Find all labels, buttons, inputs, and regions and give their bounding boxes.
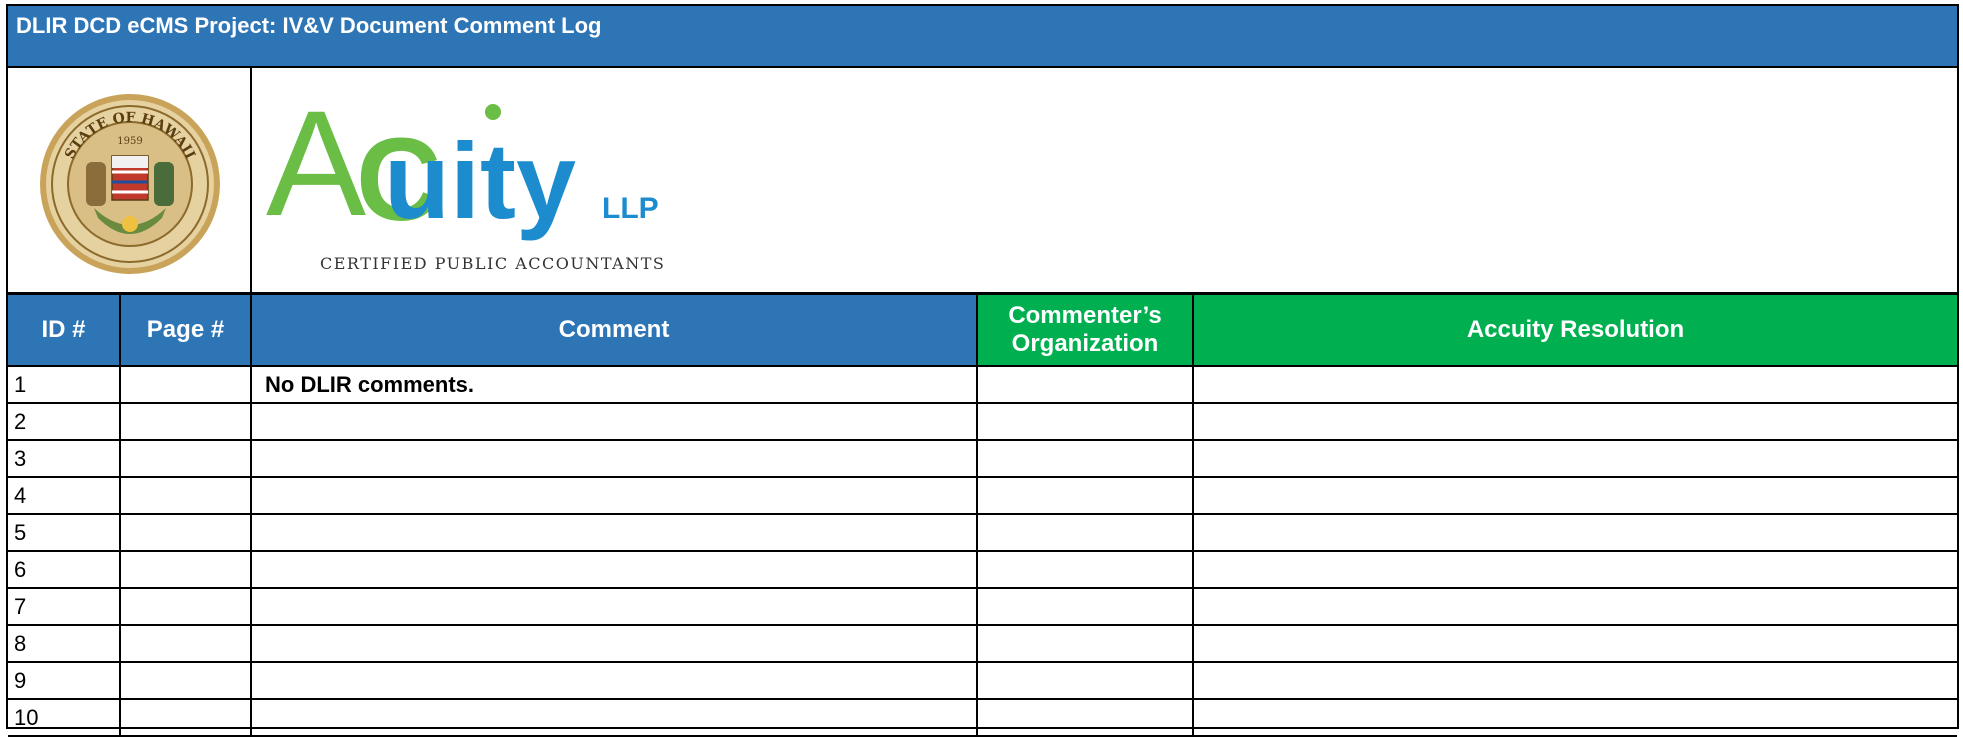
cell-resolution[interactable] <box>1194 552 1957 587</box>
cell-resolution[interactable] <box>1194 367 1957 402</box>
table-row: 2 <box>8 404 1957 441</box>
cell-id[interactable]: 7 <box>8 589 121 624</box>
cell-comment[interactable] <box>252 552 978 587</box>
cell-organization[interactable] <box>978 441 1194 476</box>
state-seal-icon: STATE OF HAWAII 1959 <box>40 94 220 274</box>
cell-id[interactable]: 8 <box>8 626 121 661</box>
cell-comment[interactable] <box>252 441 978 476</box>
cell-page[interactable] <box>121 589 252 624</box>
cell-resolution[interactable] <box>1194 626 1957 661</box>
table-row: 8 <box>8 626 1957 663</box>
cell-organization[interactable] <box>978 626 1194 661</box>
cell-id[interactable]: 6 <box>8 552 121 587</box>
logo-word-uity: uity <box>384 120 576 241</box>
table-row: 10 <box>8 700 1957 737</box>
cell-page[interactable] <box>121 552 252 587</box>
cell-id[interactable]: 10 <box>8 700 121 735</box>
cell-comment[interactable] <box>252 404 978 439</box>
logo-row: STATE OF HAWAII 1959 A C uity LLP CERTIF… <box>8 66 1957 295</box>
cell-page[interactable] <box>121 626 252 661</box>
cell-page[interactable] <box>121 478 252 513</box>
seal-year: 1959 <box>117 136 142 147</box>
table-row: 6 <box>8 552 1957 589</box>
table-row: 3 <box>8 441 1957 478</box>
cell-comment[interactable]: No DLIR comments. <box>252 367 978 402</box>
cell-page[interactable] <box>121 367 252 402</box>
cell-organization[interactable] <box>978 663 1194 698</box>
cell-comment[interactable] <box>252 626 978 661</box>
cell-resolution[interactable] <box>1194 663 1957 698</box>
cell-organization[interactable] <box>978 515 1194 550</box>
comment-log-sheet: DLIR DCD eCMS Project: IV&V Document Com… <box>6 4 1959 737</box>
table-row: 4 <box>8 478 1957 515</box>
cell-id[interactable]: 1 <box>8 367 121 402</box>
cell-resolution[interactable] <box>1194 589 1957 624</box>
accuity-logo: A C uity LLP <box>266 90 659 247</box>
column-header-comment: Comment <box>252 295 978 367</box>
accuity-logo-cell: A C uity LLP CERTIFIED PUBLIC ACCOUNTANT… <box>252 68 1957 292</box>
cell-id[interactable]: 9 <box>8 663 121 698</box>
cell-resolution[interactable] <box>1194 515 1957 550</box>
cell-id[interactable]: 4 <box>8 478 121 513</box>
cell-comment[interactable] <box>252 478 978 513</box>
cell-page[interactable] <box>121 663 252 698</box>
logo-tagline: CERTIFIED PUBLIC ACCOUNTANTS <box>320 254 666 273</box>
column-header-id: ID # <box>8 295 121 367</box>
cell-organization[interactable] <box>978 552 1194 587</box>
cell-comment[interactable] <box>252 700 978 735</box>
cell-comment[interactable] <box>252 515 978 550</box>
cell-organization[interactable] <box>978 478 1194 513</box>
cell-organization[interactable] <box>978 700 1194 735</box>
logo-letter-a: A <box>266 90 366 247</box>
table-row: 1 No DLIR comments. <box>8 367 1957 404</box>
seal-cell: STATE OF HAWAII 1959 <box>8 68 252 292</box>
table-header: ID # Page # Comment Commenter’s Organiza… <box>8 295 1957 367</box>
logo-llp: LLP <box>602 192 659 225</box>
cell-resolution[interactable] <box>1194 700 1957 735</box>
cell-page[interactable] <box>121 515 252 550</box>
column-header-organization: Commenter’s Organization <box>978 295 1194 367</box>
cell-resolution[interactable] <box>1194 441 1957 476</box>
cell-organization[interactable] <box>978 589 1194 624</box>
cell-organization[interactable] <box>978 367 1194 402</box>
cell-id[interactable]: 5 <box>8 515 121 550</box>
cell-organization[interactable] <box>978 404 1194 439</box>
table-row: 5 <box>8 515 1957 552</box>
document-title: DLIR DCD eCMS Project: IV&V Document Com… <box>8 6 1957 66</box>
cell-resolution[interactable] <box>1194 478 1957 513</box>
cell-comment[interactable] <box>252 663 978 698</box>
cell-page[interactable] <box>121 700 252 735</box>
cell-id[interactable]: 3 <box>8 441 121 476</box>
table-row: 9 <box>8 663 1957 700</box>
cell-id[interactable]: 2 <box>8 404 121 439</box>
column-header-page: Page # <box>121 295 252 367</box>
cell-page[interactable] <box>121 404 252 439</box>
cell-page[interactable] <box>121 441 252 476</box>
column-header-resolution: Accuity Resolution <box>1194 295 1957 367</box>
cell-resolution[interactable] <box>1194 404 1957 439</box>
table-row: 7 <box>8 589 1957 626</box>
cell-comment[interactable] <box>252 589 978 624</box>
